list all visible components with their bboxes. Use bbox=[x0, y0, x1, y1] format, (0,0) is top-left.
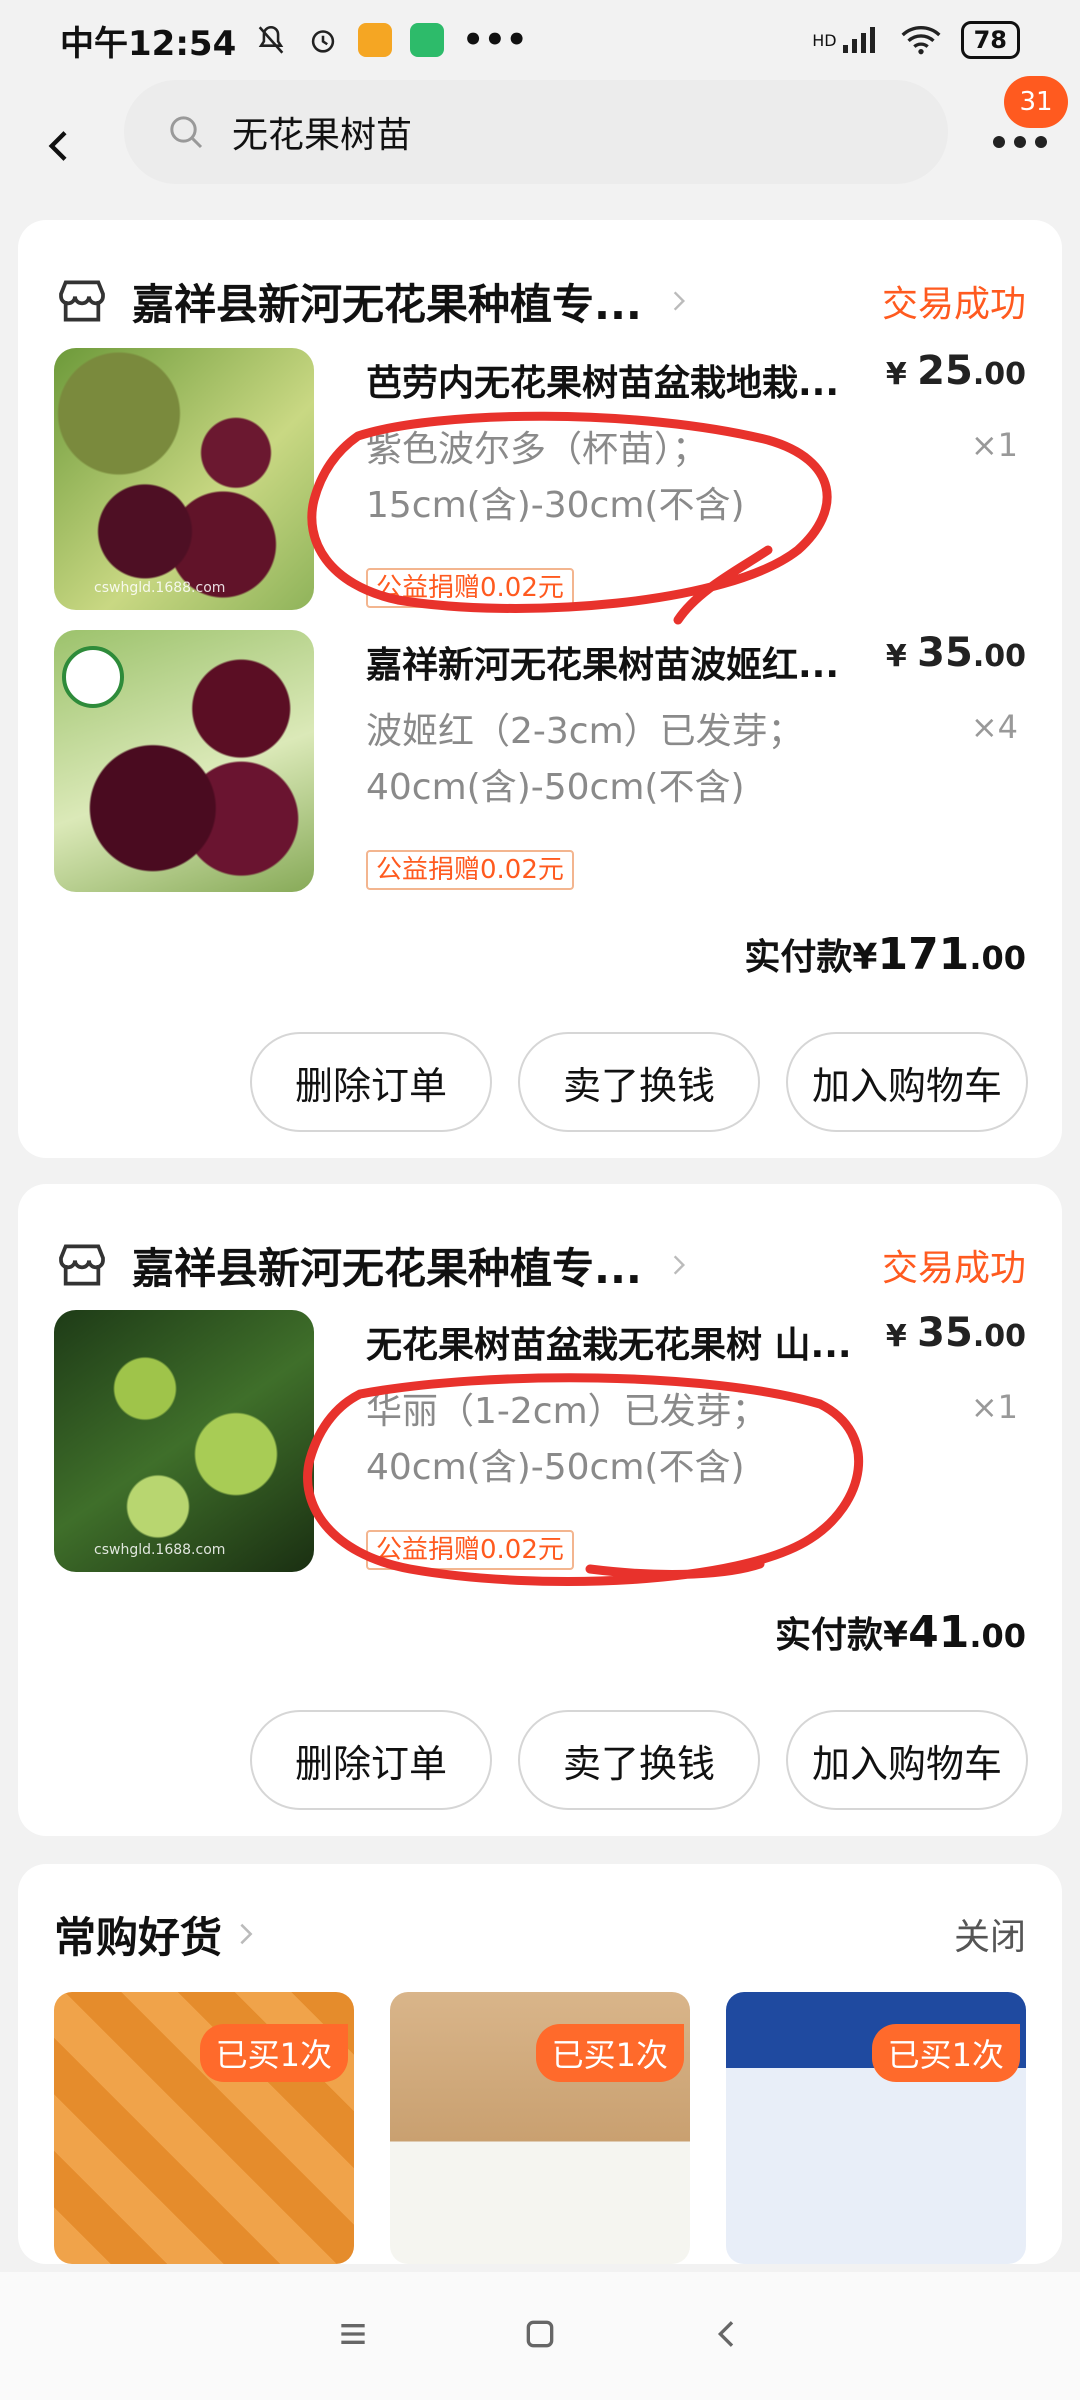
bought-count-badge: 已买1次 bbox=[871, 2024, 1020, 2082]
shield-app-icon bbox=[410, 23, 445, 57]
shop-name: 嘉祥县新河无花果种植专... bbox=[132, 1243, 642, 1293]
delete-order-button[interactable]: 删除订单 bbox=[250, 1710, 492, 1810]
store-icon bbox=[59, 1244, 105, 1286]
product-price: ¥ 35.00 bbox=[885, 1310, 1026, 1356]
product-spec: 华丽（1-2cm）已发芽； 40cm(含)-50cm(不含) bbox=[366, 1391, 768, 1488]
menu-icon bbox=[341, 2324, 365, 2344]
product-price: ¥ 25.00 bbox=[885, 348, 1026, 394]
system-navigation-bar bbox=[0, 2272, 1080, 2400]
bought-count-badge: 已买1次 bbox=[535, 2024, 684, 2082]
back-nav-button[interactable] bbox=[707, 2314, 747, 2358]
product-image bbox=[54, 630, 314, 892]
add-to-cart-button[interactable]: 加入购物车 bbox=[786, 1032, 1028, 1132]
product-image: cswhgld.1688.com bbox=[54, 348, 314, 610]
app-notification-icon bbox=[358, 23, 393, 57]
product-title: 芭劳内无花果树苗盆栽地栽... bbox=[366, 363, 840, 404]
image-watermark: cswhgld.1688.com bbox=[94, 1542, 226, 1558]
shop-name: 嘉祥县新河无花果种植专... bbox=[132, 279, 642, 329]
order-status: 交易成功 bbox=[881, 284, 1026, 325]
product-spec: 波姬红（2-3cm）已发芽； 40cm(含)-50cm(不含) bbox=[366, 711, 804, 808]
back-chevron-icon bbox=[717, 2321, 733, 2347]
brand-logo-icon bbox=[62, 646, 124, 708]
frequently-bought-section: 常购好货 关闭 已买1次 已买1次 已买1次 bbox=[18, 1864, 1062, 2264]
add-to-cart-button[interactable]: 加入购物车 bbox=[786, 1710, 1028, 1810]
status-time: 中午12:54 bbox=[60, 23, 237, 64]
signal-label: HD bbox=[812, 30, 837, 50]
order-total: 实付款¥41.00 bbox=[775, 1607, 1026, 1658]
order-item[interactable]: cswhgld.1688.com 芭劳内无花果树苗盆栽地栽... ¥ 25.00… bbox=[54, 348, 1026, 610]
home-nav-button[interactable] bbox=[520, 2314, 560, 2358]
status-bar: 中午12:54 ••• HD 78 bbox=[0, 0, 1080, 80]
order-total: 实付款¥171.00 bbox=[744, 929, 1026, 980]
product-image: cswhgld.1688.com bbox=[54, 1310, 314, 1572]
chevron-right-icon bbox=[673, 1255, 685, 1275]
order-status: 交易成功 bbox=[881, 1248, 1026, 1289]
menu-nav-button[interactable] bbox=[333, 2314, 373, 2358]
battery-indicator: 78 bbox=[960, 21, 1020, 59]
frequently-bought-header: 常购好货 关闭 bbox=[54, 1892, 1026, 1976]
message-badge: 31 bbox=[1004, 76, 1068, 128]
search-icon bbox=[170, 116, 203, 149]
home-square-icon bbox=[526, 2320, 554, 2348]
chevron-right-icon bbox=[240, 1923, 253, 1945]
close-section-button[interactable]: 关闭 bbox=[954, 1908, 1026, 1960]
order-item[interactable]: 嘉祥新河无花果树苗波姬红... ¥ 35.00 波姬红（2-3cm）已发芽； 4… bbox=[54, 630, 1026, 892]
recommended-product[interactable]: 已买1次 bbox=[726, 1992, 1026, 2264]
recommended-product[interactable]: 已买1次 bbox=[54, 1992, 354, 2264]
mute-bell-icon bbox=[254, 23, 288, 57]
recommended-product[interactable]: 已买1次 bbox=[390, 1992, 690, 2264]
wifi-icon bbox=[901, 25, 941, 55]
donation-tag: 公益捐赠0.02元 bbox=[366, 1530, 574, 1570]
order-card: 嘉祥县新河无花果种植专... 交易成功 cswhgld.1688.com 芭劳内… bbox=[18, 220, 1062, 1158]
more-dots-icon bbox=[993, 136, 1047, 148]
product-price: ¥ 35.00 bbox=[885, 630, 1026, 676]
product-spec: 紫色波尔多（杯苗）； 15cm(含)-30cm(不含) bbox=[366, 429, 745, 526]
product-title: 嘉祥新河无花果树苗波姬红... bbox=[366, 645, 840, 686]
resell-button[interactable]: 卖了换钱 bbox=[518, 1032, 760, 1132]
search-query: 无花果树苗 bbox=[232, 115, 413, 156]
donation-tag: 公益捐赠0.02元 bbox=[366, 850, 574, 890]
order-item[interactable]: cswhgld.1688.com 无花果树苗盆栽无花果树 山... ¥ 35.0… bbox=[54, 1310, 1026, 1572]
delete-order-button[interactable]: 删除订单 bbox=[250, 1032, 492, 1132]
shop-row[interactable]: 嘉祥县新河无花果种植专... 交易成功 bbox=[54, 256, 1026, 346]
product-quantity: ×4 bbox=[970, 708, 1018, 746]
product-quantity: ×1 bbox=[970, 1388, 1018, 1426]
header: 无花果树苗 bbox=[0, 80, 1080, 212]
product-quantity: ×1 bbox=[970, 426, 1018, 464]
signal-icon: HD bbox=[812, 25, 880, 55]
product-title: 无花果树苗盆栽无花果树 山... bbox=[366, 1325, 852, 1366]
resell-button[interactable]: 卖了换钱 bbox=[518, 1710, 760, 1810]
bought-count-badge: 已买1次 bbox=[199, 2024, 348, 2082]
chevron-right-icon bbox=[673, 291, 685, 311]
shop-row[interactable]: 嘉祥县新河无花果种植专... 交易成功 bbox=[54, 1220, 1026, 1310]
section-title[interactable]: 常购好货 bbox=[54, 1904, 222, 1965]
store-icon bbox=[59, 280, 105, 322]
image-watermark: cswhgld.1688.com bbox=[94, 580, 226, 596]
back-arrow-icon bbox=[48, 131, 67, 161]
order-card: 嘉祥县新河无花果种植专... 交易成功 cswhgld.1688.com 无花果… bbox=[18, 1184, 1062, 1836]
more-notifications-icon: ••• bbox=[462, 20, 528, 60]
back-button[interactable] bbox=[0, 86, 120, 206]
alarm-icon bbox=[306, 23, 340, 57]
search-input[interactable]: 无花果树苗 bbox=[124, 80, 948, 184]
donation-tag: 公益捐赠0.02元 bbox=[366, 568, 574, 608]
